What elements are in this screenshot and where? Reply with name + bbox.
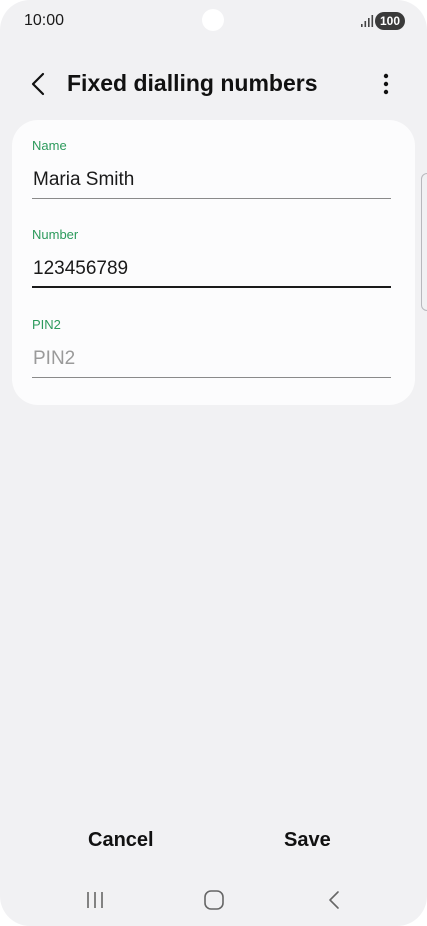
number-underline (32, 286, 391, 288)
status-bar: 10:00 100 (0, 0, 427, 42)
pin2-underline (32, 377, 391, 378)
pin2-input[interactable] (33, 348, 389, 370)
front-camera (202, 9, 224, 31)
more-options-icon[interactable] (374, 70, 398, 98)
pin2-label: PIN2 (32, 317, 61, 332)
name-field: Name (32, 138, 391, 200)
recent-apps-icon[interactable] (84, 890, 106, 910)
pin2-field: PIN2 (32, 317, 391, 379)
signal-icon (361, 15, 374, 27)
home-icon[interactable] (203, 889, 225, 911)
number-label: Number (32, 227, 79, 242)
name-underline (32, 198, 391, 199)
cancel-button[interactable]: Cancel (88, 829, 154, 852)
status-time: 10:00 (24, 12, 65, 29)
name-input[interactable] (33, 169, 389, 191)
page-title: Fixed dialling numbers (67, 70, 318, 96)
back-arrow-icon[interactable] (26, 70, 54, 98)
number-field: Number (32, 227, 391, 289)
name-label: Name (32, 138, 67, 153)
battery-icon: 100 (375, 12, 405, 30)
number-input[interactable] (33, 258, 389, 280)
navigation-bar (0, 880, 427, 926)
phone-screen: 10:00 100 Fixed dialling numbers Name Nu… (0, 0, 427, 926)
edge-panel-handle[interactable] (421, 173, 427, 311)
save-button[interactable]: Save (284, 829, 331, 852)
back-icon[interactable] (324, 889, 344, 911)
app-bar: Fixed dialling numbers (0, 60, 427, 108)
form-card: Name Number PIN2 (12, 120, 415, 405)
